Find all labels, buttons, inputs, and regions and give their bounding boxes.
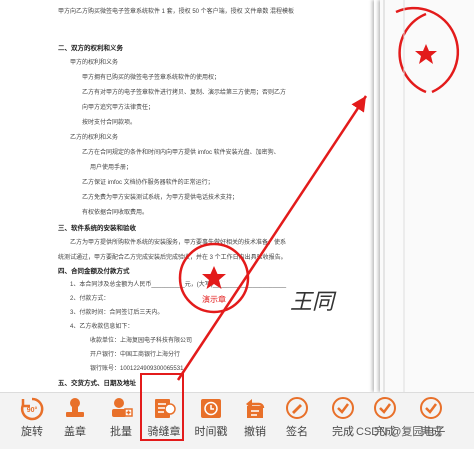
- tool-undo[interactable]: 撤销: [238, 393, 272, 449]
- watermark: CSDN @复园电子: [356, 426, 446, 438]
- contract-line: 甲方拥有已购买的微签电子签章系统软件的使用权；: [82, 75, 221, 81]
- bottom-toolbar: 90° 旋转 盖章 批量 骑缝章 时间戳 撤销 签名 完成 完成 完成: [0, 392, 474, 449]
- tool-timestamp[interactable]: 时间戳: [194, 393, 228, 449]
- tool-label: 批量: [110, 426, 132, 438]
- batch-icon: [112, 398, 133, 417]
- contract-line: 收款单位：上海复园电子科技有限公司: [90, 338, 193, 344]
- contract-line: 乙方为甲方提供所购软件系统的安装服务，甲方要事先做好相关的技术准备，使系: [70, 240, 287, 246]
- perforation-seal-pieces: [383, 0, 460, 392]
- contract-line: 统测试通过，甲方要配合乙方完成安装后完成验收，并在 3 个工作日内出具验收报告。: [58, 255, 287, 261]
- check-icon: [420, 397, 442, 419]
- tool-rotate-90[interactable]: 90° 旋转: [15, 393, 49, 449]
- contract-line: 甲方向乙方购买微签电子签章系统软件 1 套，授权 50 个客户端，授权 文件章数…: [58, 9, 295, 15]
- contract-line: 乙方有对甲方的电子签章软件进行拷贝、复制、演示给第三方使用；否则乙方: [82, 90, 287, 96]
- section-heading: 四、合同金额及付款方式: [58, 268, 130, 275]
- check-icon: [374, 397, 396, 419]
- handwritten-signature: 王同: [290, 290, 335, 315]
- tool-check[interactable]: 完成: [326, 393, 360, 449]
- contract-page: 甲方向乙方购买微签电子签章系统软件 1 套，授权 50 个客户端，授权 文件章数…: [38, 0, 379, 392]
- tool-check[interactable]: 完成: [414, 393, 448, 449]
- contract-line: 银行账号：1001224909300065531: [90, 366, 184, 372]
- contract-line: 乙方在合同规定的条件和时间内向甲方提供 imfoc 软件安装光盘、加密狗、: [82, 150, 280, 156]
- check-icon: [332, 397, 354, 419]
- undo-icon: [246, 399, 265, 418]
- tool-label: 盖章: [64, 426, 86, 438]
- section-heading: 二、双方的权利和义务: [58, 45, 123, 52]
- contract-line: 1、本合同涉及总金额为人民币__________元，(大写)__________…: [70, 282, 287, 288]
- signature-icon: [286, 397, 308, 419]
- section-heading: 三、软件系统的安装和验收: [58, 225, 136, 232]
- contract-line: 向甲方追究甲方法律责任；: [82, 105, 155, 111]
- tool-check[interactable]: 完成: [368, 393, 402, 449]
- contract-line: 2、付款方式：: [70, 296, 110, 302]
- tool-label: 签名: [286, 426, 308, 438]
- contract-line: 乙方免费为甲方安装测试系统，为甲方提供电话技术支持；: [82, 195, 239, 201]
- tool-label: 撤销: [244, 426, 266, 438]
- tool-batch[interactable]: 批量: [104, 393, 138, 449]
- contract-line: 按时支付合同款项。: [82, 120, 137, 126]
- page-stack: [360, 0, 474, 400]
- contract-line: 3、付款时间：合同签订后三天内。: [70, 310, 164, 316]
- stamp-icon: [66, 398, 84, 417]
- contract-line: 有权依据合同收取费用。: [82, 210, 149, 216]
- contract-line: 乙方的权利和义务: [70, 135, 119, 141]
- seal-label: 演示章: [202, 294, 226, 304]
- tool-label: 时间戳: [194, 426, 228, 438]
- tool-label: 旋转: [21, 426, 43, 438]
- tool-signature[interactable]: 签名: [280, 393, 314, 449]
- contract-line: 用户使用手册；: [90, 165, 133, 171]
- tool-stamp[interactable]: 盖章: [58, 393, 92, 449]
- contract-line: 乙方保证 imfoc 文档协作服务器软件的正常运行；: [82, 180, 214, 186]
- rotate-90-icon: 90°: [20, 397, 44, 421]
- svg-text:90°: 90°: [27, 406, 38, 414]
- highlight-box: [140, 373, 184, 441]
- contract-line: 甲方的权利和义务: [70, 60, 119, 66]
- contract-line: 开户银行：中国工商银行上海分行: [90, 352, 181, 358]
- timestamp-icon: [201, 399, 221, 418]
- section-heading: 五、交货方式、日期及地址: [58, 380, 136, 387]
- contract-line: 4、乙方收款信息如下：: [70, 324, 134, 330]
